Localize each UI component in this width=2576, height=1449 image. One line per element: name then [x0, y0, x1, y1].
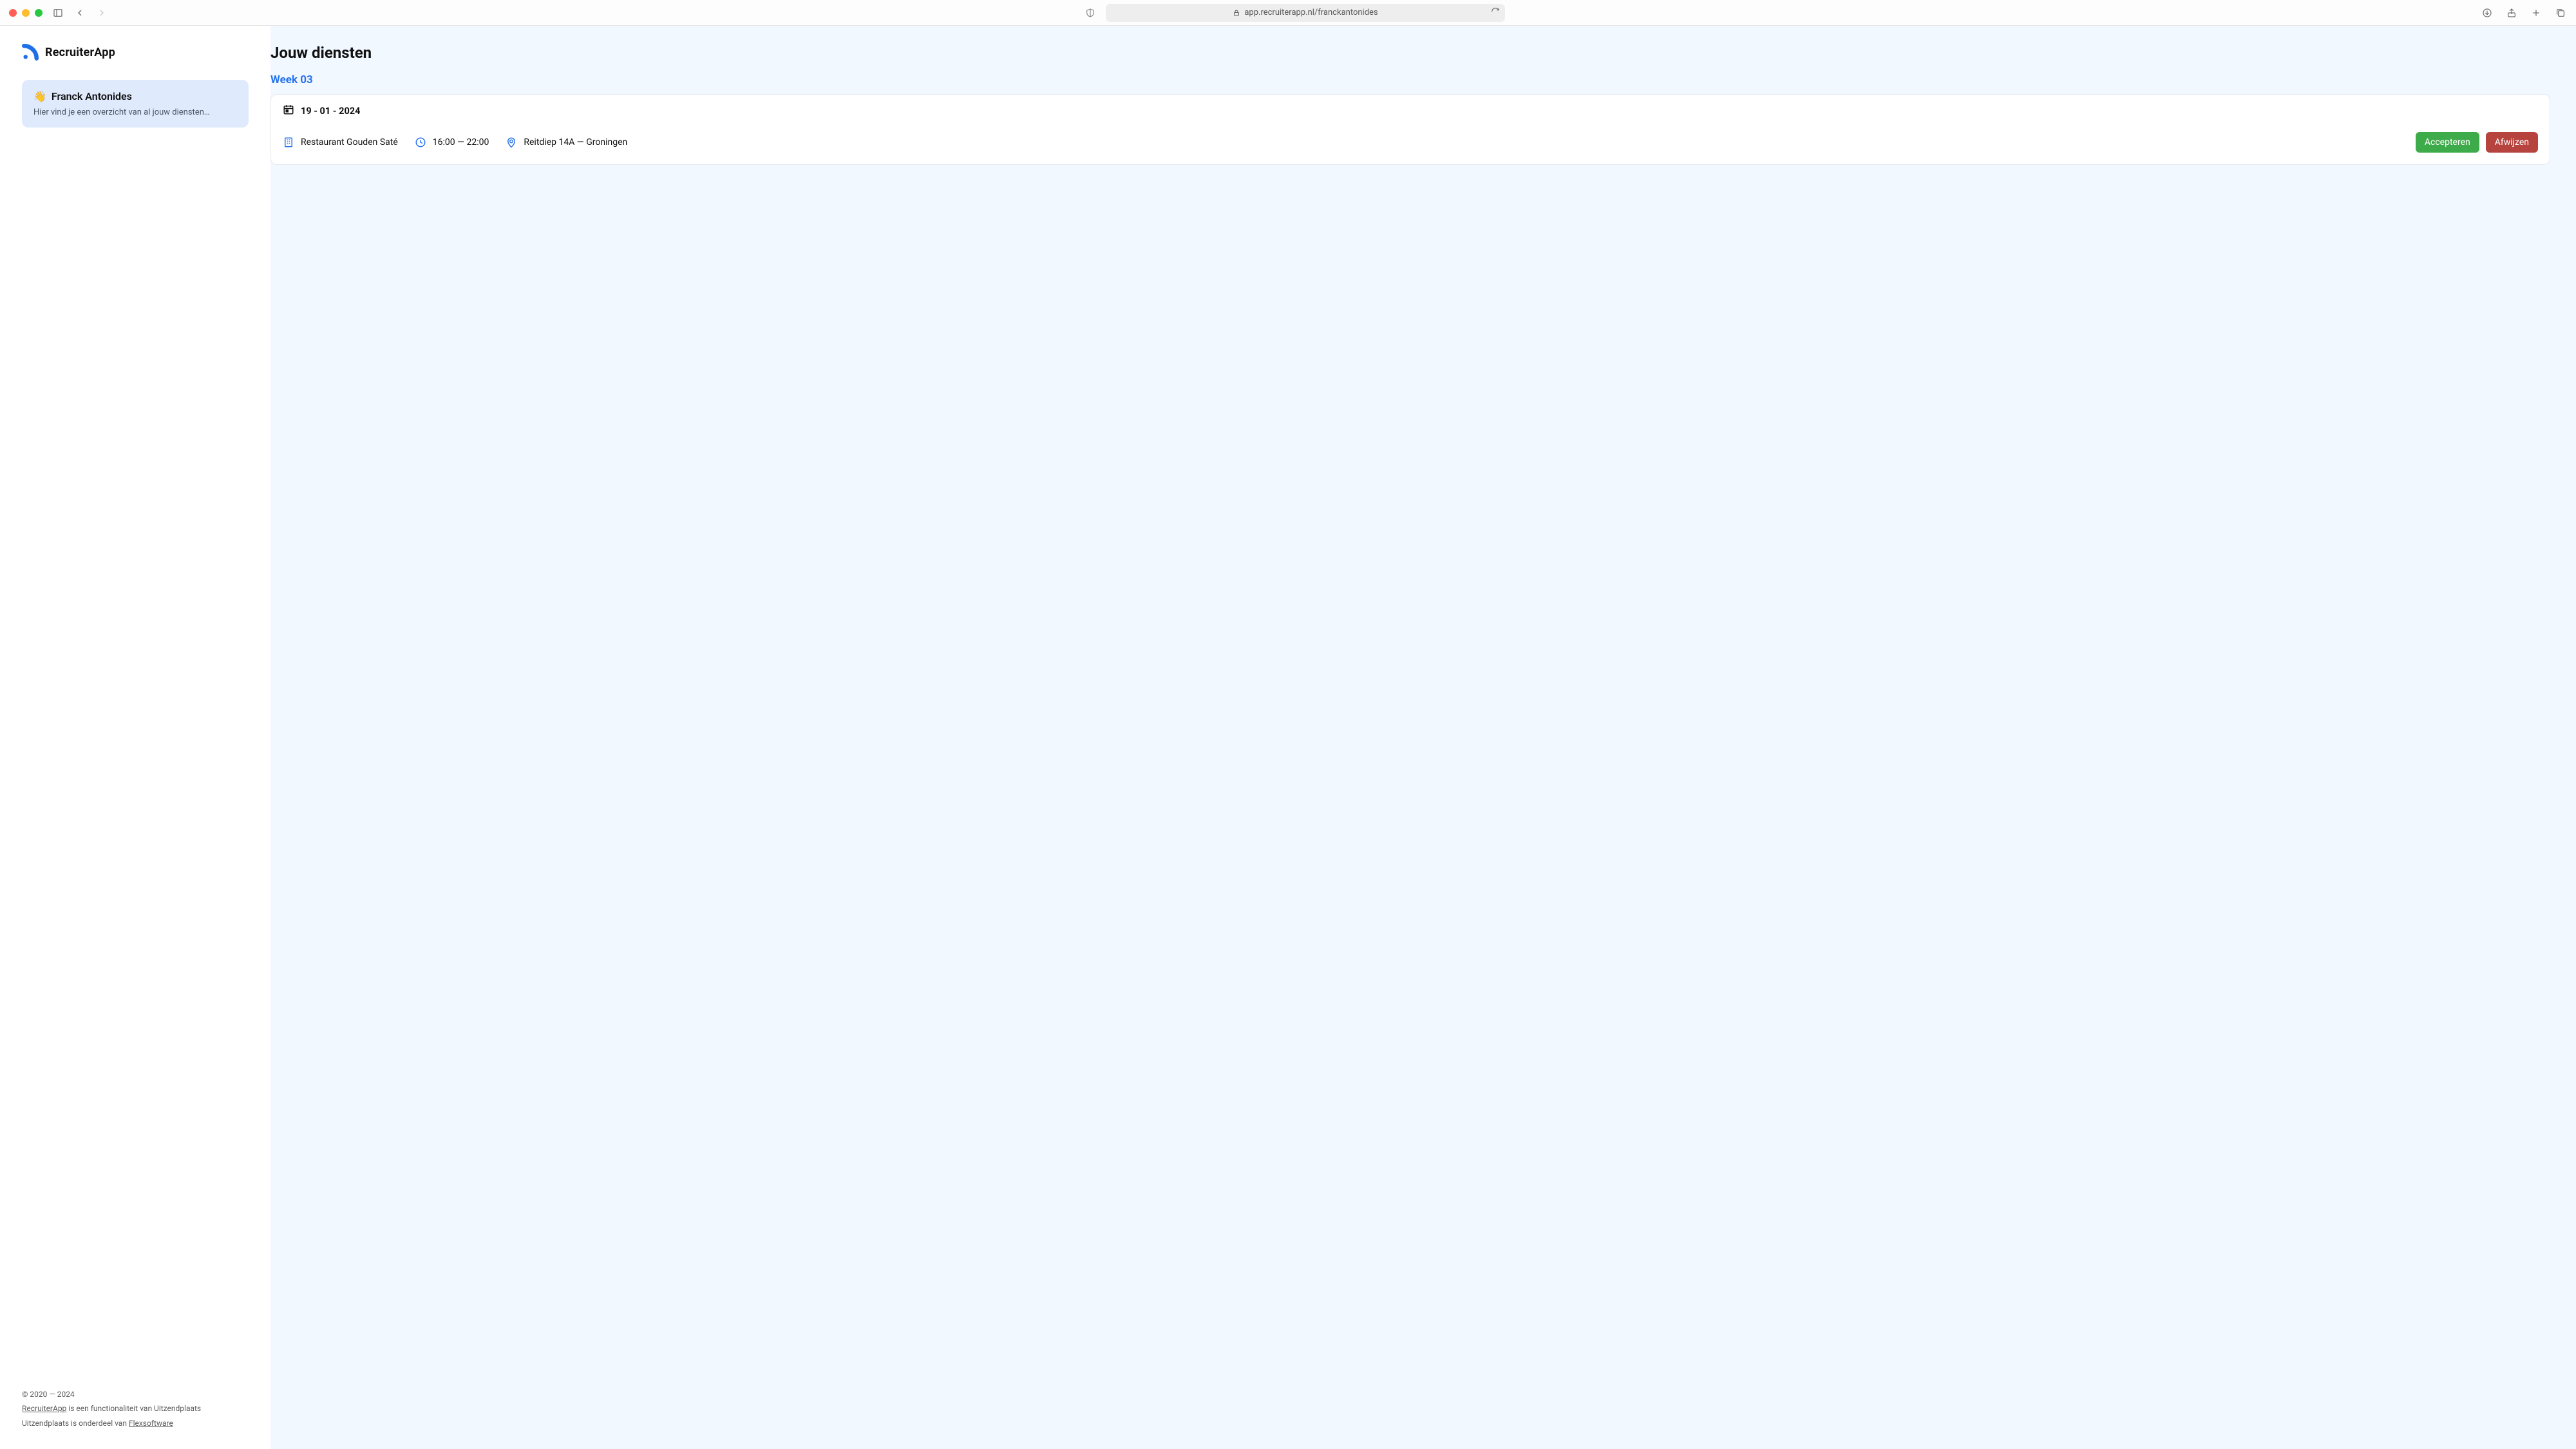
sidebar: RecruiterApp 👋 Franck Antonides Hier vin…	[0, 26, 270, 1449]
user-greeting-subtitle: Hier vind je een overzicht van al jouw d…	[33, 108, 237, 117]
shift-date: 19 - 01 - 2024	[301, 106, 360, 117]
address-bar[interactable]: app.recruiterapp.nl/franckantonides	[1106, 4, 1505, 22]
user-name: Franck Antonides	[52, 90, 132, 102]
user-greeting-card: 👋 Franck Antonides Hier vind je een over…	[22, 80, 249, 128]
shift-location-text: Reitdiep 14A — Groningen	[524, 137, 627, 147]
footer-copyright: © 2020 — 2024	[22, 1387, 249, 1402]
week-label: Week 03	[270, 73, 2576, 86]
window-minimize-button[interactable]	[22, 9, 30, 17]
lock-icon	[1233, 9, 1240, 17]
window-zoom-button[interactable]	[35, 9, 43, 17]
window-controls	[9, 9, 43, 17]
tabs-overview-icon[interactable]	[2554, 6, 2567, 19]
wave-emoji-icon: 👋	[33, 90, 46, 102]
sidebar-footer: © 2020 — 2024 RecruiterApp is een functi…	[22, 1387, 249, 1431]
downloads-icon[interactable]	[2481, 6, 2494, 19]
shift-company: Restaurant Gouden Saté	[283, 137, 398, 148]
nav-forward-button[interactable]	[95, 6, 108, 19]
address-bar-url: app.recruiterapp.nl/franckantonides	[1244, 8, 1378, 17]
footer-line2-rest: is een functionaliteit van Uitzendplaats	[66, 1404, 201, 1413]
share-icon[interactable]	[2505, 6, 2518, 19]
new-tab-icon[interactable]	[2530, 6, 2543, 19]
shift-location: Reitdiep 14A — Groningen	[506, 137, 627, 148]
brand-name: RecruiterApp	[45, 46, 115, 59]
brand-logo[interactable]: RecruiterApp	[22, 44, 249, 61]
browser-chrome: app.recruiterapp.nl/franckantonides	[0, 0, 2576, 26]
nav-back-button[interactable]	[73, 6, 86, 19]
reject-button[interactable]: Afwijzen	[2486, 132, 2538, 153]
window-close-button[interactable]	[9, 9, 17, 17]
page-title: Jouw diensten	[270, 44, 2576, 62]
privacy-shield-icon[interactable]	[1084, 6, 1097, 19]
accept-button[interactable]: Accepteren	[2416, 132, 2479, 153]
reload-icon[interactable]	[1491, 7, 1500, 19]
shift-card: 19 - 01 - 2024 Restaurant Gouden Saté 16…	[270, 94, 2550, 165]
shift-time-text: 16:00 — 22:00	[433, 137, 489, 147]
map-pin-icon	[506, 137, 517, 148]
footer-link-flexsoftware[interactable]: Flexsoftware	[129, 1419, 173, 1428]
main-content: Jouw diensten Week 03 19 - 01 - 2024 Res…	[270, 26, 2576, 1449]
footer-link-recruiterapp[interactable]: RecruiterApp	[22, 1404, 66, 1413]
calendar-icon	[283, 104, 294, 118]
shift-time: 16:00 — 22:00	[415, 137, 489, 148]
shift-company-name: Restaurant Gouden Saté	[301, 137, 398, 147]
sidebar-toggle-icon[interactable]	[52, 6, 64, 19]
clock-icon	[415, 137, 426, 148]
brand-mark-icon	[22, 44, 39, 61]
building-icon	[283, 137, 294, 148]
app-root: RecruiterApp 👋 Franck Antonides Hier vin…	[0, 26, 2576, 1449]
footer-line3-pre: Uitzendplaats is onderdeel van	[22, 1419, 129, 1428]
